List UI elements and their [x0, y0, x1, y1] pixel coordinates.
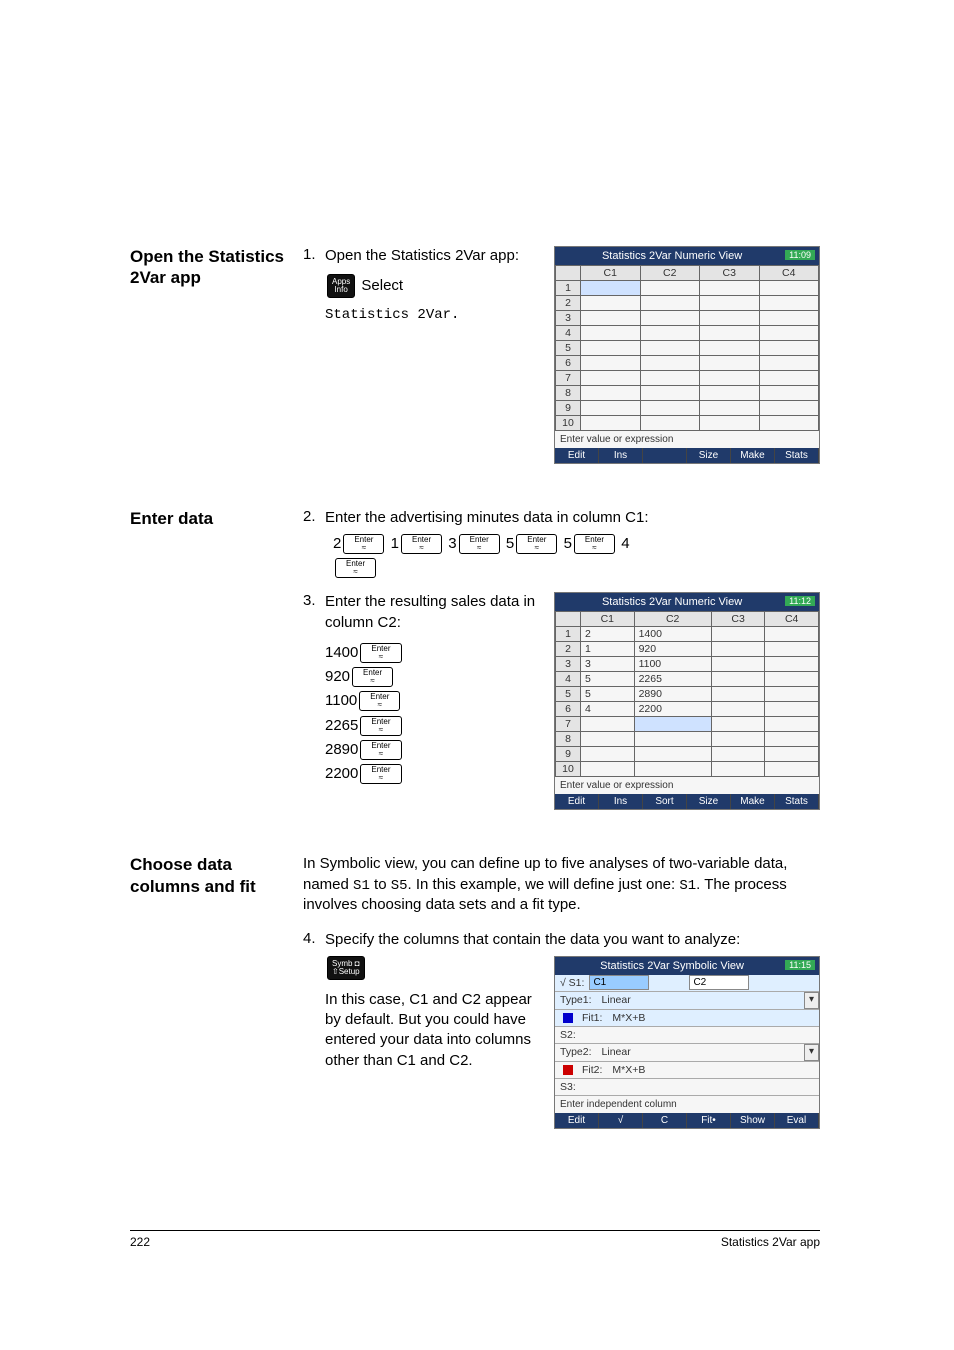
footer-label: Statistics 2Var app — [721, 1235, 820, 1249]
heading-enter-data: Enter data — [130, 508, 295, 529]
type2-dropdown[interactable]: ▾ — [804, 1044, 819, 1061]
enter-key-icon: Enter≈ — [459, 534, 500, 554]
step4-subtext: In this case, C1 and C2 appear by defaul… — [325, 990, 536, 1071]
step-number: 1. — [303, 246, 325, 263]
enter-key-icon: Enter≈ — [516, 534, 557, 554]
s1-col-b-input[interactable] — [689, 975, 749, 990]
numeric-view-filled-screenshot: Statistics 2Var Numeric View11:12 C1C2C3… — [554, 592, 820, 810]
step1-appname: Statistics 2Var — [325, 307, 451, 323]
enter-key-icon: Enter≈ — [360, 643, 401, 663]
heading-choose-columns: Choose data columns and fit — [130, 854, 295, 897]
type1-dropdown[interactable]: ▾ — [804, 992, 819, 1009]
step2-key-sequence: 2Enter≈ 1Enter≈ 3Enter≈ 5Enter≈ 5Enter≈ … — [333, 534, 820, 554]
step2-text: Enter the advertising minutes data in co… — [325, 508, 820, 528]
enter-key-icon: Enter≈ — [359, 691, 400, 711]
step3-text: Enter the resulting sales data in column… — [325, 592, 536, 633]
enter-key-icon: Enter≈ — [360, 740, 401, 760]
apps-key-icon: AppsInfo — [327, 274, 355, 298]
enter-key-icon: Enter≈ — [574, 534, 615, 554]
step-number: 3. — [303, 592, 325, 609]
symb-key-icon: Symb ◘⇧Setup — [327, 956, 365, 980]
heading-open-app: Open the Statistics 2Var app — [130, 246, 295, 289]
choose-body-text: In Symbolic view, you can define up to f… — [303, 854, 820, 915]
step-number: 4. — [303, 930, 325, 947]
enter-key-icon: Enter≈ — [343, 534, 384, 554]
fit2-color-icon — [563, 1065, 573, 1075]
step-number: 2. — [303, 508, 325, 525]
s1-col-a-input[interactable] — [589, 975, 649, 990]
enter-key-icon: Enter≈ — [335, 558, 376, 578]
enter-key-icon: Enter≈ — [401, 534, 442, 554]
fit1-color-icon — [563, 1013, 573, 1023]
enter-key-icon: Enter≈ — [360, 716, 401, 736]
enter-key-icon: Enter≈ — [352, 667, 393, 687]
step3-key-sequence: 1400Enter≈ 920Enter≈ 1100Enter≈ 2265Ente… — [325, 643, 536, 785]
step4-text: Specify the columns that contain the dat… — [325, 930, 820, 950]
page-number: 222 — [130, 1235, 150, 1249]
numeric-view-empty-screenshot: Statistics 2Var Numeric View11:09 C1C2C3… — [554, 246, 820, 464]
step1-text: Open the Statistics 2Var app: — [325, 246, 536, 266]
step1-sub3: . — [451, 307, 459, 323]
enter-key-icon: Enter≈ — [360, 764, 401, 784]
symbolic-view-screenshot: Statistics 2Var Symbolic View11:15 √ S1:… — [554, 956, 820, 1129]
step1-sub1: Select — [361, 277, 403, 294]
